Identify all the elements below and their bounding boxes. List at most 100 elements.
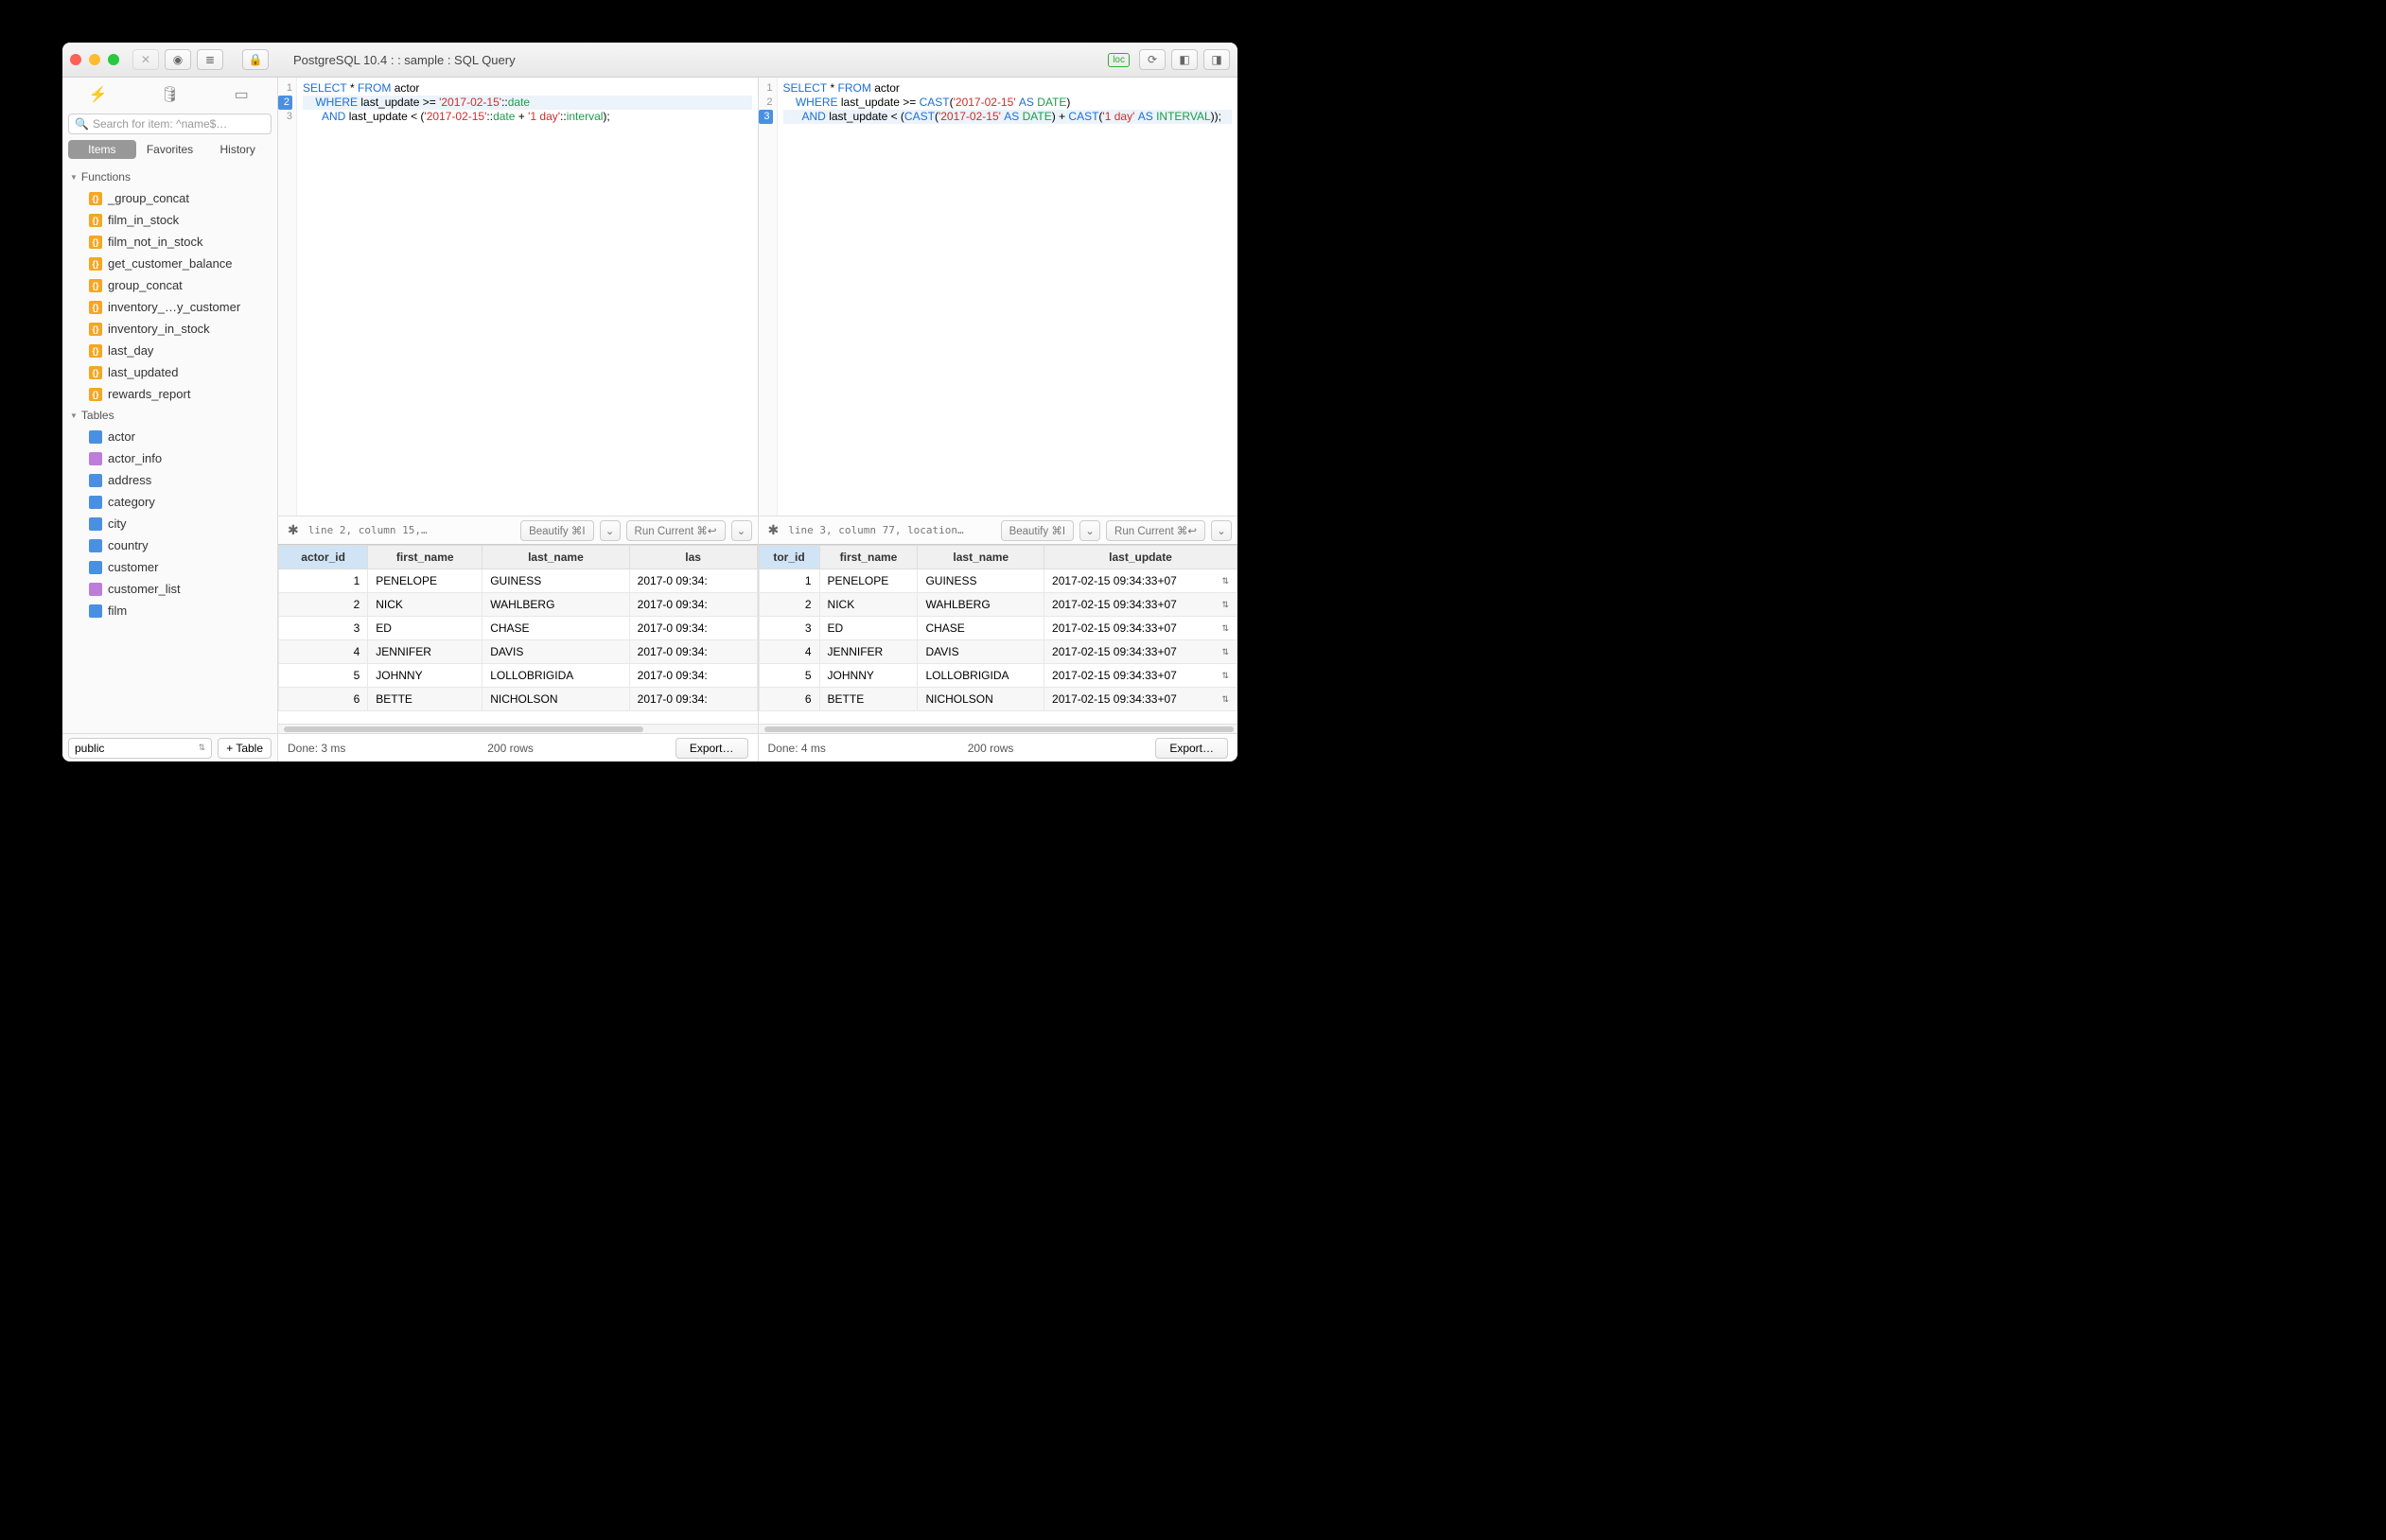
export-button[interactable]: Export…: [1155, 738, 1228, 759]
add-table-button[interactable]: + Table: [218, 738, 272, 759]
column-header[interactable]: las: [629, 546, 757, 569]
sql-icon[interactable]: ▭: [230, 83, 253, 106]
sidebar-item-actor[interactable]: actor: [62, 426, 277, 447]
sort-icon[interactable]: ⇅: [1221, 671, 1229, 681]
editor-toolbar: ✱line 3, column 77, location…Beautify ⌘I…: [759, 516, 1238, 544]
sidebar-group-tables[interactable]: Tables: [62, 405, 277, 426]
sidebar-footer: public ⇅ + Table: [62, 733, 277, 761]
run-dropdown[interactable]: ⌄: [1211, 520, 1232, 541]
plug-icon[interactable]: ⚡: [87, 83, 110, 106]
sidebar-item-last-day[interactable]: {}last_day: [62, 340, 277, 361]
split-panes: 123SELECT * FROM actor WHERE last_update…: [278, 78, 1237, 761]
table-icon: [89, 604, 102, 618]
sidebar-item-get-customer-balance[interactable]: {}get_customer_balance: [62, 253, 277, 274]
sidebar-list[interactable]: Functions{}_group_concat{}film_in_stock{…: [62, 166, 277, 733]
sort-icon[interactable]: ⇅: [1221, 623, 1229, 634]
eye-button[interactable]: ◉: [165, 49, 191, 70]
column-header[interactable]: first_name: [368, 546, 482, 569]
sidebar-tab-favorites[interactable]: Favorites: [136, 140, 204, 159]
run-dropdown[interactable]: ⌄: [731, 520, 752, 541]
table-row[interactable]: 5JOHNNYLOLLOBRIGIDA2017-02-15 09:34:33+0…: [759, 664, 1237, 688]
database-icon[interactable]: 🛢: [158, 83, 181, 106]
sidebar-item-address[interactable]: address: [62, 469, 277, 491]
beautify-button[interactable]: Beautify ⌘I: [520, 520, 593, 541]
close-window[interactable]: [70, 54, 81, 65]
sidebar-item-country[interactable]: country: [62, 534, 277, 556]
sql-editor[interactable]: 123SELECT * FROM actor WHERE last_update…: [278, 78, 758, 516]
column-header[interactable]: last_name: [482, 546, 629, 569]
sidebar-item-film-in-stock[interactable]: {}film_in_stock: [62, 209, 277, 231]
beautify-dropdown[interactable]: ⌄: [600, 520, 621, 541]
sidebar-item-film-not-in-stock[interactable]: {}film_not_in_stock: [62, 231, 277, 253]
table-row[interactable]: 1PENELOPEGUINESS2017-0 09:34:: [279, 569, 758, 593]
sidebar-item-film[interactable]: film: [62, 600, 277, 621]
sql-editor[interactable]: 123SELECT * FROM actor WHERE last_update…: [759, 78, 1238, 516]
column-header[interactable]: last_update: [1044, 546, 1237, 569]
export-button[interactable]: Export…: [675, 738, 748, 759]
view-icon: [89, 583, 102, 596]
run-current-button[interactable]: Run Current ⌘↩: [1106, 520, 1205, 541]
sidebar-item-city[interactable]: city: [62, 513, 277, 534]
sidebar-item-inventory-in-stock[interactable]: {}inventory_in_stock: [62, 318, 277, 340]
code-content[interactable]: SELECT * FROM actor WHERE last_update >=…: [778, 78, 1238, 516]
results-table-wrap[interactable]: actor_idfirst_namelast_namelas1PENELOPEG…: [278, 545, 758, 724]
results-footer: Done: 4 ms200 rowsExport…: [759, 733, 1238, 761]
sidebar-item--group-concat[interactable]: {}_group_concat: [62, 187, 277, 209]
results-table-wrap[interactable]: tor_idfirst_namelast_namelast_update1PEN…: [759, 545, 1238, 724]
column-header[interactable]: last_name: [918, 546, 1044, 569]
minimize-window[interactable]: [89, 54, 100, 65]
back-button[interactable]: ✕: [132, 49, 159, 70]
sidebar-tab-items[interactable]: Items: [68, 140, 136, 159]
sidebar-item-group-concat[interactable]: {}group_concat: [62, 274, 277, 296]
maximize-window[interactable]: [108, 54, 119, 65]
column-header[interactable]: first_name: [819, 546, 918, 569]
sidebar-toggle-right[interactable]: ◨: [1203, 49, 1230, 70]
sidebar-item-customer[interactable]: customer: [62, 556, 277, 578]
sidebar-item-inventory-y-customer[interactable]: {}inventory_…y_customer: [62, 296, 277, 318]
sort-icon[interactable]: ⇅: [1221, 647, 1229, 657]
table-row[interactable]: 4JENNIFERDAVIS2017-0 09:34:: [279, 640, 758, 664]
table-row[interactable]: 6BETTENICHOLSON2017-02-15 09:34:33+07⇅: [759, 688, 1237, 711]
table-row[interactable]: 4JENNIFERDAVIS2017-02-15 09:34:33+07⇅: [759, 640, 1237, 664]
gear-icon[interactable]: ✱: [764, 522, 783, 538]
sidebar-mode-switch: ⚡ 🛢 ▭: [62, 78, 277, 112]
run-current-button[interactable]: Run Current ⌘↩: [626, 520, 726, 541]
beautify-button[interactable]: Beautify ⌘I: [1001, 520, 1074, 541]
code-content[interactable]: SELECT * FROM actor WHERE last_update >=…: [297, 78, 758, 516]
sidebar-item-last-updated[interactable]: {}last_updated: [62, 361, 277, 383]
gear-icon[interactable]: ✱: [284, 522, 303, 538]
sort-icon[interactable]: ⇅: [1221, 600, 1229, 610]
beautify-dropdown[interactable]: ⌄: [1079, 520, 1100, 541]
sidebar-item-label: city: [108, 516, 127, 531]
sidebar-search[interactable]: 🔍 Search for item: ^name$…: [68, 114, 272, 134]
table-icon: [89, 496, 102, 509]
table-row[interactable]: 6BETTENICHOLSON2017-0 09:34:: [279, 688, 758, 711]
sidebar-toggle-left[interactable]: ◧: [1171, 49, 1198, 70]
sort-icon[interactable]: ⇅: [1221, 576, 1229, 586]
schema-selector[interactable]: public ⇅: [68, 738, 212, 759]
sidebar-item-label: group_concat: [108, 278, 183, 292]
sidebar-item-actor-info[interactable]: actor_info: [62, 447, 277, 469]
table-icon: [89, 539, 102, 552]
table-row[interactable]: 2NICKWAHLBERG2017-0 09:34:: [279, 593, 758, 617]
column-header[interactable]: actor_id: [279, 546, 368, 569]
search-icon: 🔍: [75, 117, 89, 131]
sidebar-item-category[interactable]: category: [62, 491, 277, 513]
table-row[interactable]: 1PENELOPEGUINESS2017-02-15 09:34:33+07⇅: [759, 569, 1237, 593]
sidebar-group-functions[interactable]: Functions: [62, 166, 277, 187]
lock-button[interactable]: 🔒: [242, 49, 269, 70]
sort-icon[interactable]: ⇅: [1221, 694, 1229, 705]
column-header[interactable]: tor_id: [759, 546, 819, 569]
row-count: 200 rows: [826, 742, 1155, 755]
list-button[interactable]: ≣: [197, 49, 223, 70]
horizontal-scrollbar[interactable]: [759, 724, 1238, 733]
sidebar-tab-history[interactable]: History: [203, 140, 272, 159]
table-row[interactable]: 5JOHNNYLOLLOBRIGIDA2017-0 09:34:: [279, 664, 758, 688]
refresh-button[interactable]: ⟳: [1139, 49, 1166, 70]
sidebar-item-rewards-report[interactable]: {}rewards_report: [62, 383, 277, 405]
sidebar-item-customer-list[interactable]: customer_list: [62, 578, 277, 600]
table-row[interactable]: 2NICKWAHLBERG2017-02-15 09:34:33+07⇅: [759, 593, 1237, 617]
table-row[interactable]: 3EDCHASE2017-02-15 09:34:33+07⇅: [759, 617, 1237, 640]
horizontal-scrollbar[interactable]: [278, 724, 758, 733]
table-row[interactable]: 3EDCHASE2017-0 09:34:: [279, 617, 758, 640]
